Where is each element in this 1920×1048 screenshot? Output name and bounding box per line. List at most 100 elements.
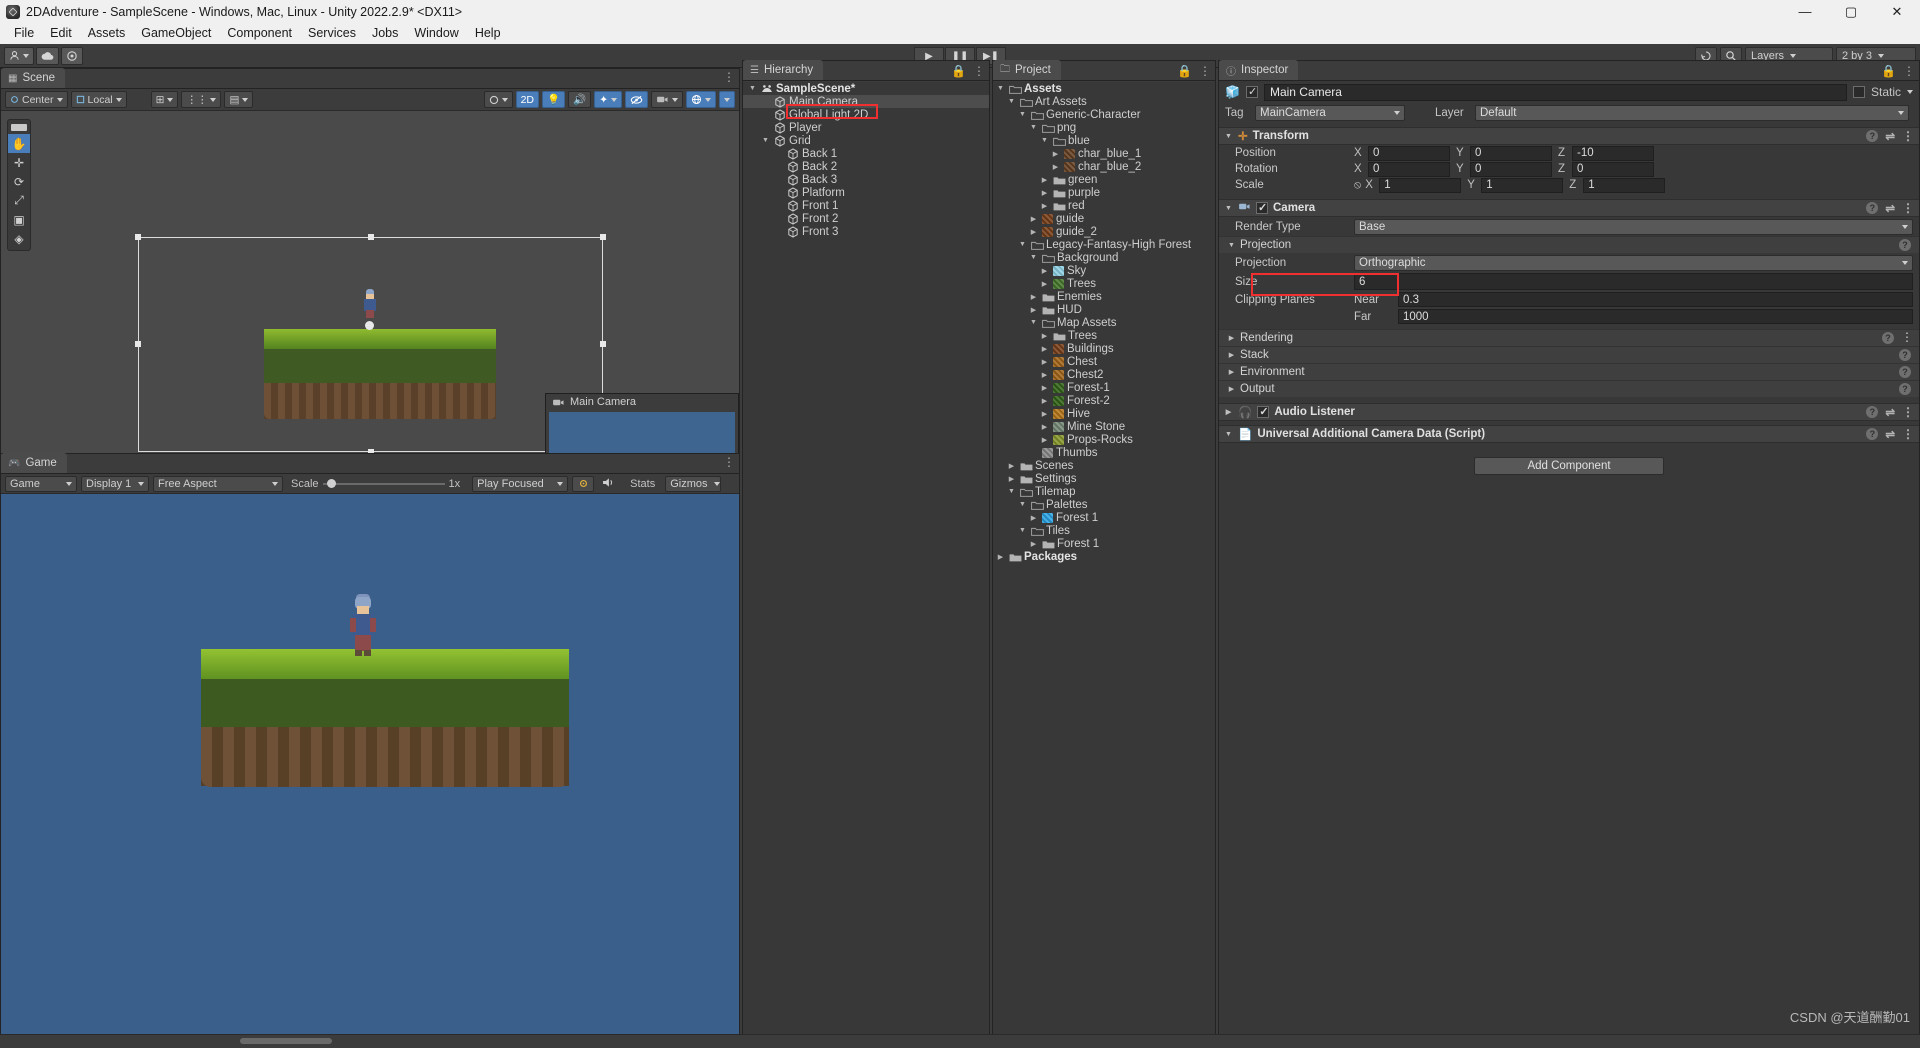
project-item[interactable]: ▶ Forest-2 — [993, 394, 1215, 407]
fx-icon[interactable]: ✦ — [594, 91, 622, 108]
kebab-menu-icon[interactable]: ⋮ — [1902, 130, 1914, 142]
project-item[interactable]: ▼ Tilemap — [993, 485, 1215, 498]
kebab-menu-icon[interactable]: ⋮ — [1901, 331, 1913, 344]
chevron-right-icon[interactable]: ▶ — [1028, 514, 1039, 522]
player-pivot-handle[interactable] — [365, 321, 374, 330]
add-component-button[interactable]: Add Component — [1474, 457, 1664, 475]
project-item[interactable]: ▼ Map Assets — [993, 316, 1215, 329]
project-item[interactable]: ▶ Chest — [993, 355, 1215, 368]
scene-camera-icon[interactable] — [651, 91, 683, 108]
project-item[interactable]: ▼ Tiles — [993, 524, 1215, 537]
chevron-right-icon[interactable]: ▶ — [1039, 345, 1050, 353]
output-section-header[interactable]: ▶ Output ? — [1219, 380, 1919, 397]
transform-component-header[interactable]: ▼ ✛ Transform ? ⇌ ⋮ — [1219, 127, 1919, 145]
project-item[interactable]: ▶ HUD — [993, 303, 1215, 316]
hierarchy-item[interactable]: Back 2 — [743, 160, 989, 173]
rotation-y-field[interactable]: 0 — [1470, 161, 1552, 177]
gameobject-enabled-checkbox[interactable] — [1245, 85, 1258, 98]
near-field[interactable]: 0.3 — [1398, 292, 1913, 307]
gizmos-dropdown[interactable] — [719, 91, 735, 108]
hierarchy-item[interactable]: Back 3 — [743, 173, 989, 186]
stack-section-header[interactable]: ▶ Stack ? — [1219, 346, 1919, 363]
cloud-icon[interactable] — [36, 46, 59, 65]
help-icon[interactable]: ? — [1899, 383, 1911, 395]
account-icon[interactable] — [4, 46, 34, 65]
hierarchy-item[interactable]: Front 1 — [743, 199, 989, 212]
toggle-2d-button[interactable]: 2D — [515, 91, 540, 108]
chevron-right-icon[interactable]: ▶ — [1028, 293, 1039, 301]
kebab-menu-icon[interactable]: ⋮ — [1902, 202, 1914, 214]
rect-tool[interactable]: ▣ — [8, 210, 30, 229]
chevron-down-icon[interactable]: ▼ — [1227, 242, 1236, 249]
scene-render-mode-dropdown[interactable] — [483, 91, 513, 108]
chevron-down-icon[interactable]: ▼ — [1039, 137, 1050, 144]
help-icon[interactable]: ? — [1882, 332, 1894, 344]
gizmo-handle[interactable] — [135, 234, 141, 240]
menu-gameobject[interactable]: GameObject — [133, 23, 219, 44]
scene-tab-menu[interactable]: ⋮ — [723, 71, 735, 83]
close-button[interactable]: ✕ — [1874, 0, 1920, 23]
tool-drag-handle[interactable] — [11, 124, 27, 131]
chevron-down-icon[interactable]: ▼ — [1017, 111, 1028, 118]
minimize-button[interactable]: — — [1782, 0, 1828, 23]
far-field[interactable]: 1000 — [1398, 309, 1913, 324]
project-item[interactable]: ▼ Art Assets — [993, 95, 1215, 108]
tab-inspector[interactable]: ⓘ Inspector — [1219, 60, 1299, 80]
chevron-down-icon[interactable]: ▼ — [1006, 98, 1017, 105]
aspect-dropdown[interactable]: Free Aspect — [153, 475, 283, 492]
project-item[interactable]: ▶ Enemies — [993, 290, 1215, 303]
kebab-menu-icon[interactable]: ⋮ — [723, 71, 735, 83]
hierarchy-item[interactable]: Back 1 — [743, 147, 989, 160]
project-item[interactable]: ▶ Packages — [993, 550, 1215, 563]
help-icon[interactable]: ? — [1899, 239, 1911, 251]
hierarchy-item[interactable]: Global Light 2D — [743, 108, 989, 121]
gizmo-handle[interactable] — [600, 341, 606, 347]
project-item[interactable]: ▶ Settings — [993, 472, 1215, 485]
project-tree[interactable]: ▼ Assets ▼ Art Assets ▼ Generic-Character ▼ png… — [993, 82, 1215, 1047]
position-x-field[interactable]: 0 — [1368, 145, 1450, 161]
camera-component-header[interactable]: ▼ Camera ? ⇌ ⋮ — [1219, 199, 1919, 217]
gizmo-handle[interactable] — [600, 234, 606, 240]
chevron-right-icon[interactable]: ▶ — [1006, 462, 1017, 470]
chevron-right-icon[interactable]: ▶ — [1227, 351, 1236, 359]
gizmo-handle[interactable] — [368, 234, 374, 240]
menu-component[interactable]: Component — [219, 23, 300, 44]
chevron-right-icon[interactable]: ▶ — [1028, 228, 1039, 236]
hierarchy-item[interactable]: ▼ SampleScene* — [743, 82, 989, 95]
preset-icon[interactable]: ⇌ — [1885, 201, 1895, 215]
chevron-right-icon[interactable]: ▶ — [1227, 334, 1236, 342]
play-focus-dropdown[interactable]: Play Focused — [472, 475, 569, 492]
kebab-menu-icon[interactable]: ⋮ — [1903, 65, 1915, 77]
rotate-tool[interactable]: ⟳ — [8, 172, 30, 191]
pivot-mode-dropdown[interactable]: Center — [5, 91, 68, 108]
project-item[interactable]: ▶ Props-Rocks — [993, 433, 1215, 446]
render-type-dropdown[interactable]: Base — [1354, 218, 1913, 235]
size-field[interactable]: 6 — [1354, 273, 1913, 290]
project-item[interactable]: ▶ Buildings — [993, 342, 1215, 355]
hierarchy-item[interactable]: Platform — [743, 186, 989, 199]
rotation-z-field[interactable]: 0 — [1572, 161, 1654, 177]
audio-icon[interactable]: 🔊 — [568, 91, 592, 108]
project-item[interactable]: ▶ Forest 1 — [993, 511, 1215, 524]
gizmos-icon[interactable] — [686, 91, 716, 108]
chevron-right-icon[interactable]: ▶ — [1039, 371, 1050, 379]
gizmos-dropdown-game[interactable]: Gizmos — [665, 475, 722, 492]
lock-icon[interactable]: 🔒 — [951, 64, 966, 78]
menu-jobs[interactable]: Jobs — [364, 23, 406, 44]
chevron-down-icon[interactable]: ▼ — [1028, 254, 1039, 261]
chevron-right-icon[interactable]: ▶ — [1039, 436, 1050, 444]
hierarchy-item[interactable]: Player — [743, 121, 989, 134]
tag-dropdown[interactable]: MainCamera — [1255, 105, 1405, 121]
chevron-down-icon[interactable]: ▼ — [1017, 241, 1028, 248]
chevron-down-icon[interactable]: ▼ — [1028, 319, 1039, 326]
project-item[interactable]: ▶ Trees — [993, 277, 1215, 290]
transform-tool[interactable]: ◈ — [8, 229, 30, 248]
project-item[interactable]: ▼ Palettes — [993, 498, 1215, 511]
lock-icon[interactable]: 🔒 — [1881, 64, 1896, 78]
chevron-right-icon[interactable]: ▶ — [1039, 384, 1050, 392]
help-icon[interactable]: ? — [1866, 428, 1879, 440]
project-item[interactable]: ▶ char_blue_1 — [993, 147, 1215, 160]
chevron-down-icon[interactable]: ▼ — [1224, 133, 1233, 140]
menu-assets[interactable]: Assets — [80, 23, 134, 44]
scale-tool[interactable]: ⤢ — [8, 191, 30, 210]
